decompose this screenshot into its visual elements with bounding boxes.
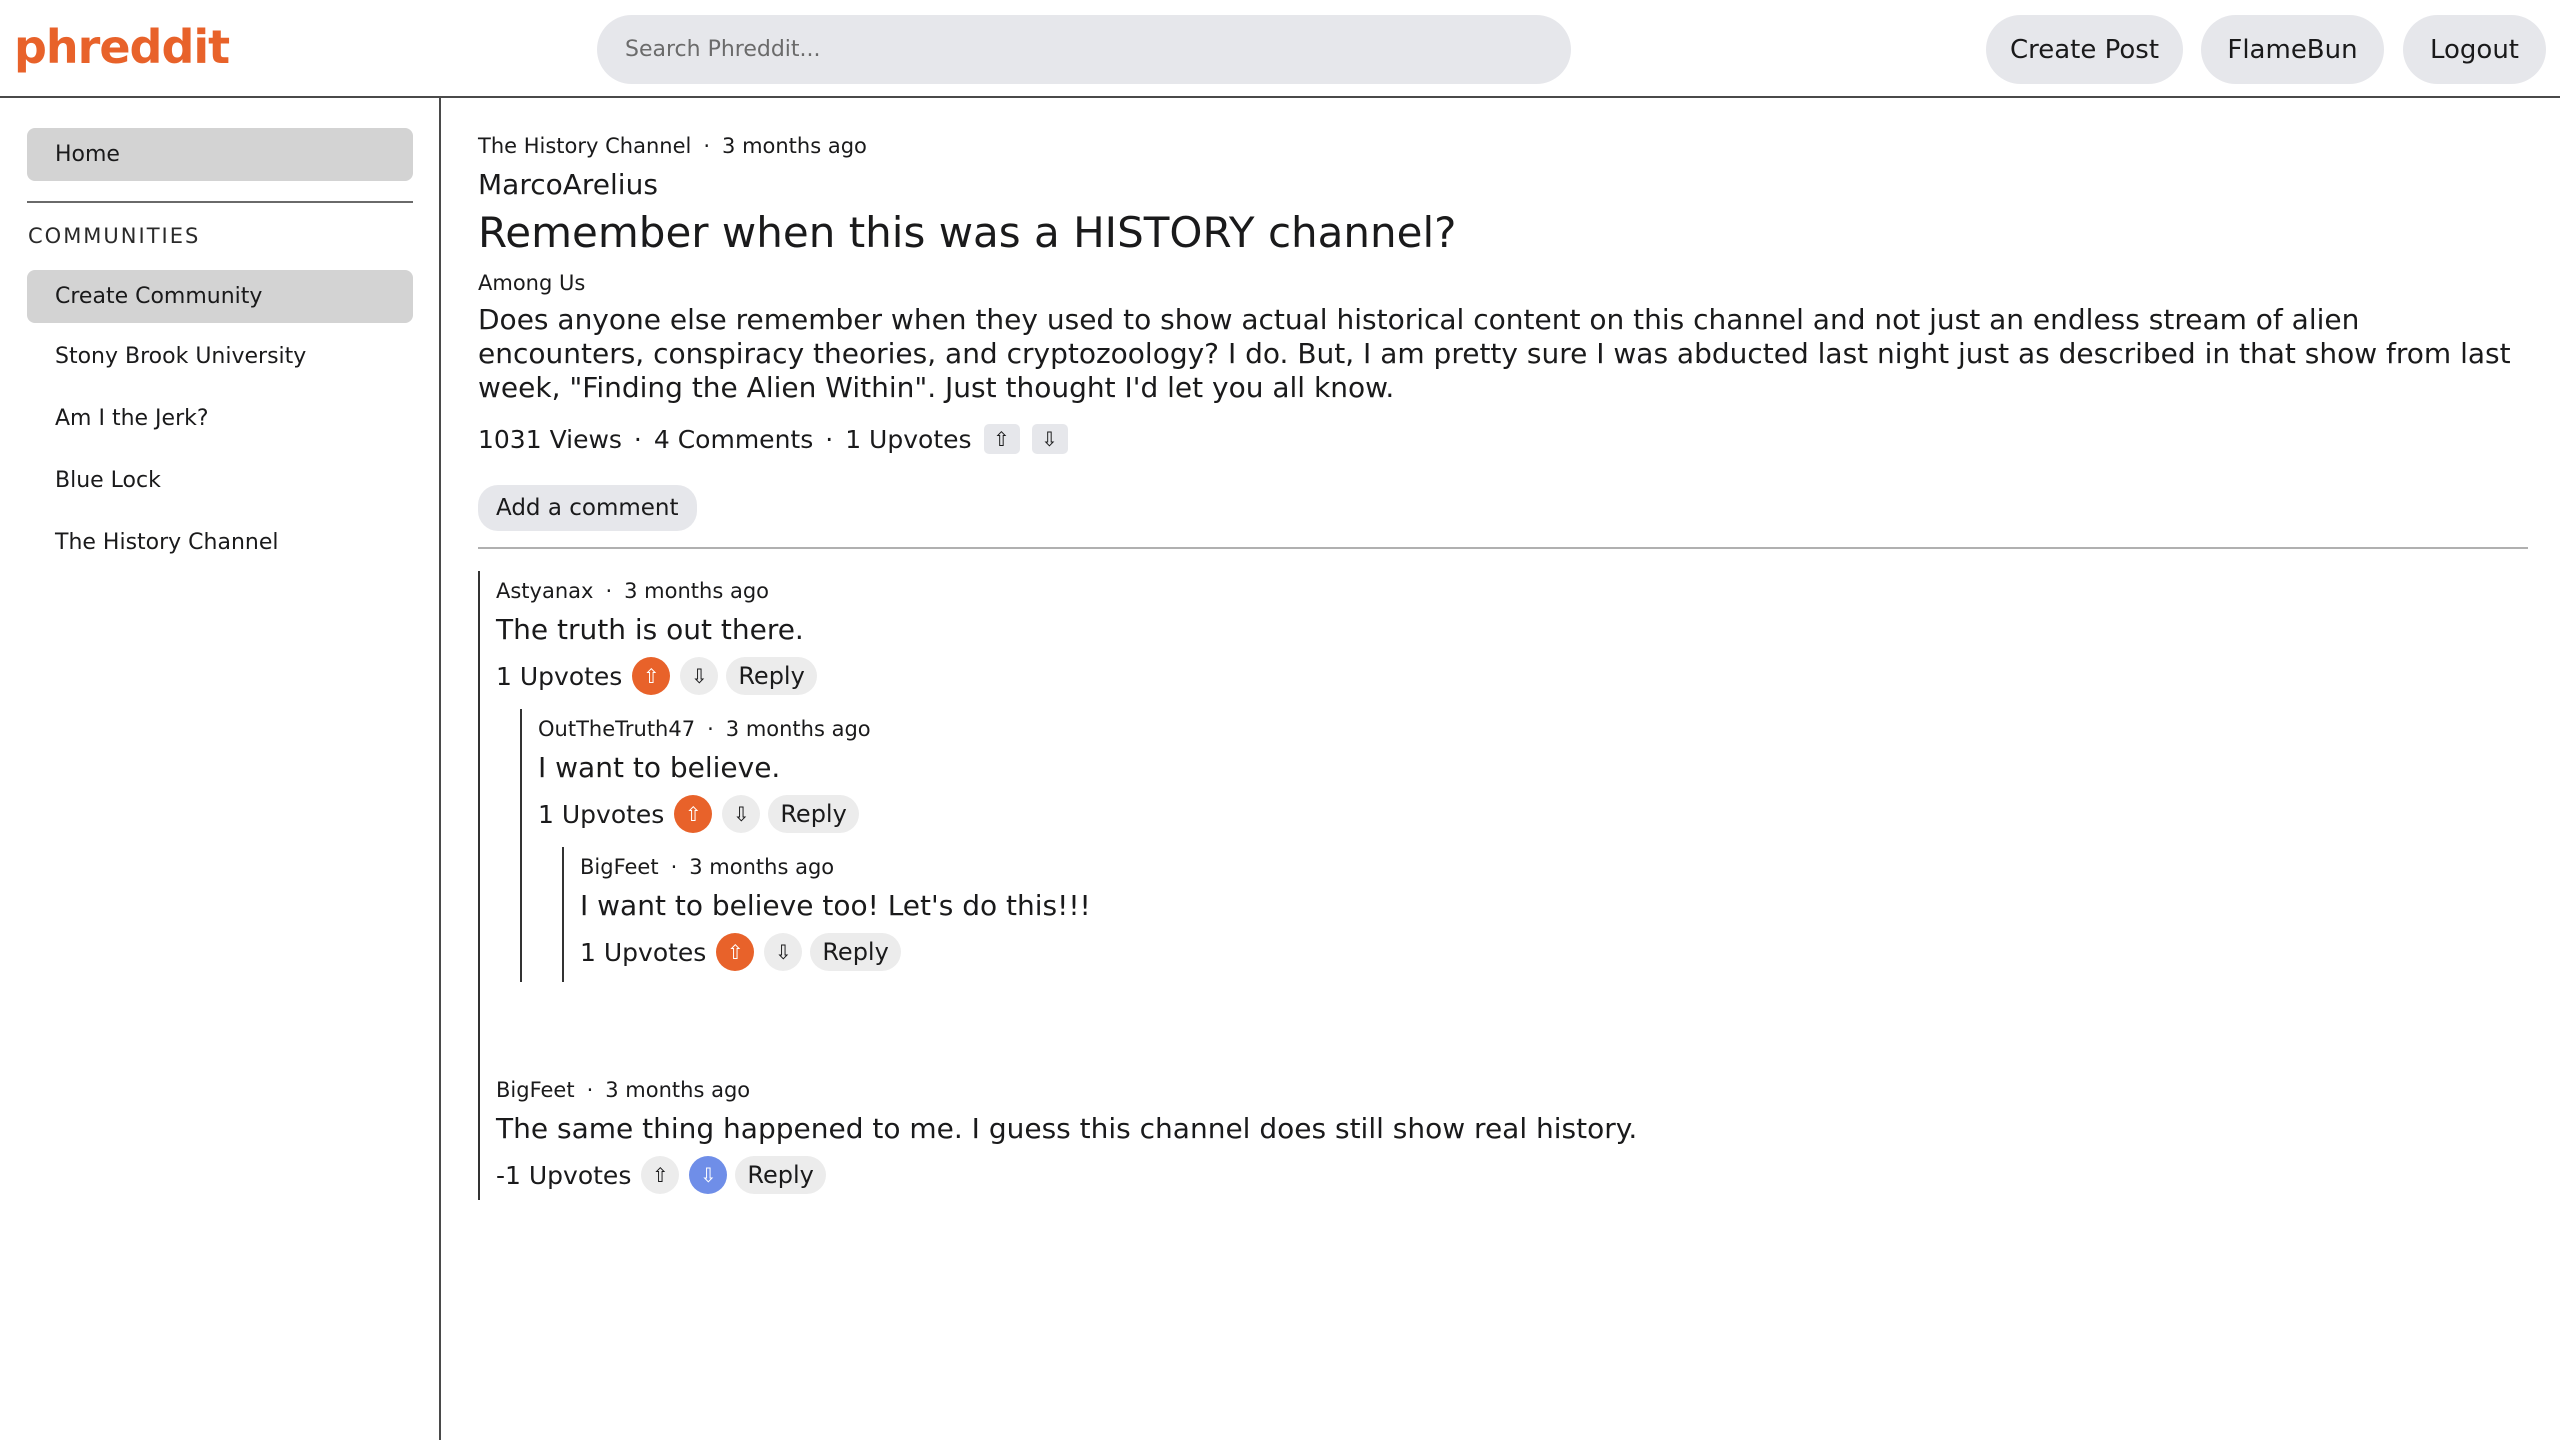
post-meta: The History Channel · 3 months ago xyxy=(478,134,867,158)
community-link-history-channel[interactable]: The History Channel xyxy=(55,530,279,555)
post-author: MarcoArelius xyxy=(478,168,658,201)
community-link-stony-brook[interactable]: Stony Brook University xyxy=(55,344,306,369)
community-link-blue-lock[interactable]: Blue Lock xyxy=(55,468,161,493)
comment-actions: 1 Upvotes ⇧ ⇩ Reply xyxy=(496,657,817,695)
post-stats: 1031 Views · 4 Comments · 1 Upvotes ⇧ ⇩ xyxy=(478,424,1068,454)
post-views: 1031 Views xyxy=(478,424,622,454)
comment-time: 3 months ago xyxy=(605,1078,751,1102)
user-profile-button[interactable]: FlameBun xyxy=(2201,15,2384,84)
comment-votes: -1 Upvotes xyxy=(496,1160,632,1190)
post-upvotes: 1 Upvotes xyxy=(845,424,972,454)
community-link-am-i-the-jerk[interactable]: Am I the Jerk? xyxy=(55,406,209,431)
comment-author: BigFeet xyxy=(580,855,659,879)
comment-thread: OutTheTruth47 · 3 months ago I want to bel… xyxy=(520,709,2320,982)
separator-dot: · xyxy=(703,134,711,158)
sidebar-divider xyxy=(27,201,413,203)
upvote-arrow-icon[interactable]: ⇧ xyxy=(716,933,755,971)
comment-thread: BigFeet · 3 months ago The same thing happ… xyxy=(478,1070,2378,1200)
reply-button[interactable]: Reply xyxy=(735,1156,826,1194)
comment-author: Astyanax xyxy=(496,579,594,603)
create-community-button[interactable]: Create Community xyxy=(27,270,413,323)
downvote-arrow-icon[interactable]: ⇩ xyxy=(680,657,719,695)
reply-button[interactable]: Reply xyxy=(810,933,901,971)
separator-dot: · xyxy=(586,1078,594,1102)
comment-author: BigFeet xyxy=(496,1078,575,1102)
comment-time: 3 months ago xyxy=(689,855,835,879)
post-comment-count: 4 Comments xyxy=(653,424,814,454)
home-link[interactable]: Home xyxy=(27,128,413,181)
downvote-arrow-icon[interactable]: ⇩ xyxy=(764,933,803,971)
comment-meta: Astyanax · 3 months ago xyxy=(496,579,769,603)
search-input[interactable]: Search Phreddit... xyxy=(597,15,1571,84)
upvote-arrow-icon[interactable]: ⇧ xyxy=(674,795,713,833)
comment-actions: 1 Upvotes ⇧ ⇩ Reply xyxy=(580,933,901,971)
post-flair: Among Us xyxy=(478,271,586,295)
search-placeholder: Search Phreddit... xyxy=(625,37,821,62)
post-time: 3 months ago xyxy=(722,134,867,158)
post-community[interactable]: The History Channel xyxy=(478,134,691,158)
downvote-arrow-icon[interactable]: ⇩ xyxy=(722,795,761,833)
comment-votes: 1 Upvotes xyxy=(538,799,665,829)
communities-heading: COMMUNITIES xyxy=(28,224,201,248)
comment-actions: 1 Upvotes ⇧ ⇩ Reply xyxy=(538,795,859,833)
comment-votes: 1 Upvotes xyxy=(496,661,623,691)
separator-dot: · xyxy=(633,424,642,454)
comment-actions: -1 Upvotes ⇧ ⇩ Reply xyxy=(496,1156,826,1194)
comment-thread: Astyanax · 3 months ago The truth is out t… xyxy=(478,571,2378,1116)
comment-votes: 1 Upvotes xyxy=(580,937,707,967)
logout-button[interactable]: Logout xyxy=(2403,15,2546,84)
separator-dot: · xyxy=(605,579,613,603)
comment-time: 3 months ago xyxy=(624,579,769,603)
add-comment-button[interactable]: Add a comment xyxy=(478,485,697,531)
sidebar: Home COMMUNITIES Create Community Stony … xyxy=(0,98,441,1440)
upvote-arrow-icon[interactable]: ⇧ xyxy=(641,1156,680,1194)
upvote-arrow-icon[interactable]: ⇧ xyxy=(983,424,1020,454)
comment-text: The truth is out there. xyxy=(496,613,804,646)
separator-dot: · xyxy=(707,717,714,741)
comment-author: OutTheTruth47 xyxy=(538,717,696,741)
comment-text: I want to believe too! Let's do this!!! xyxy=(580,889,1091,922)
downvote-arrow-icon[interactable]: ⇩ xyxy=(689,1156,728,1194)
downvote-arrow-icon[interactable]: ⇩ xyxy=(1031,424,1068,454)
comment-text: I want to believe. xyxy=(538,751,781,784)
reply-button[interactable]: Reply xyxy=(768,795,859,833)
comment-text: The same thing happened to me. I guess t… xyxy=(496,1112,1638,1145)
comment-thread: BigFeet · 3 months ago I want to believe t… xyxy=(562,847,2262,982)
top-bar: phreddit Search Phreddit... Create Post … xyxy=(0,0,2560,98)
post-body: Does anyone else remember when they used… xyxy=(478,303,2511,404)
comment-time: 3 months ago xyxy=(725,717,871,741)
separator-dot: · xyxy=(825,424,834,454)
post-title: Remember when this was a HISTORY channel… xyxy=(478,208,1457,257)
phreddit-logo[interactable]: phreddit xyxy=(14,20,230,74)
comment-meta: OutTheTruth47 · 3 months ago xyxy=(538,717,871,741)
post-divider xyxy=(478,547,2528,549)
separator-dot: · xyxy=(670,855,678,879)
reply-button[interactable]: Reply xyxy=(726,657,817,695)
comment-meta: BigFeet · 3 months ago xyxy=(580,855,834,879)
comment-meta: BigFeet · 3 months ago xyxy=(496,1078,750,1102)
upvote-arrow-icon[interactable]: ⇧ xyxy=(632,657,671,695)
create-post-button[interactable]: Create Post xyxy=(1986,15,2183,84)
